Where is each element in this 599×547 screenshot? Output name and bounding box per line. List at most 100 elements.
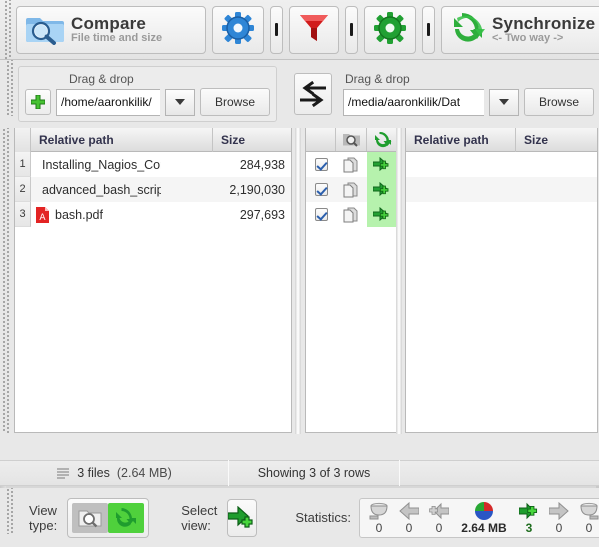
row-number: 2 xyxy=(15,177,31,202)
row-size-cell: 297,693 xyxy=(239,207,285,222)
left-path-input[interactable]: /home/aaronkilik/ xyxy=(56,88,160,116)
checkbox-icon[interactable] xyxy=(314,183,328,196)
overwrite-left-arrow-icon xyxy=(399,501,419,520)
compare-settings-button[interactable] xyxy=(212,5,264,54)
table-row[interactable]: 3 A bash.pdf 297,693 xyxy=(15,202,291,227)
stat-create-left[interactable]: 0 xyxy=(426,502,452,535)
left-center-splitter[interactable] xyxy=(295,128,301,434)
stat-total-bytes[interactable]: 2.64 MB xyxy=(456,501,512,535)
center-row[interactable] xyxy=(306,152,398,177)
left-column-size[interactable]: Size xyxy=(213,128,291,152)
view-type-toggle-group xyxy=(67,497,150,538)
stat-value: 0 xyxy=(435,520,443,535)
row-size-cell: 2,190,030 xyxy=(229,182,285,197)
toolbar-grip-handle[interactable] xyxy=(4,0,13,59)
table-row[interactable] xyxy=(406,152,597,177)
stat-delete-right[interactable]: 0 xyxy=(576,502,599,535)
swap-sides-button[interactable] xyxy=(294,73,332,115)
center-row[interactable] xyxy=(306,202,398,227)
table-row[interactable] xyxy=(406,177,597,202)
status-bar: 3 files (2.64 MB) Showing 3 of 3 rows xyxy=(0,460,599,486)
row-name-text: bash.pdf xyxy=(55,207,103,222)
status-rows-segment: Showing 3 of 3 rows xyxy=(257,466,371,480)
create-left-arrow-plus-icon xyxy=(429,502,449,519)
comparison-grids-area: Relative path Size 1 A Installing_Nagios… xyxy=(0,128,599,460)
left-path-dropdown-button[interactable] xyxy=(165,88,195,116)
grids-grip-handle[interactable] xyxy=(2,128,11,433)
synchronize-button[interactable]: Synchronize <- Two way -> xyxy=(441,5,599,54)
red-funnel-filter-icon xyxy=(299,12,329,47)
right-column-size[interactable]: Size xyxy=(516,128,597,152)
status-files-size: (2.64 MB) xyxy=(116,466,172,480)
include-checkbox[interactable] xyxy=(306,202,336,227)
table-row[interactable] xyxy=(406,202,597,227)
stat-overwrite-left[interactable]: 0 xyxy=(396,501,422,535)
create-right-arrow-plus-icon xyxy=(518,502,537,519)
create-right-green-arrow-icon[interactable] xyxy=(367,177,398,202)
row-name-text: advanced_bash_scripting.pdf xyxy=(42,182,161,197)
compare-button[interactable]: Compare File time and size xyxy=(16,5,206,54)
green-gear-icon xyxy=(374,12,406,47)
sync-action-icon[interactable] xyxy=(367,128,398,151)
right-directory-field: /media/aaronkilik/Dat Browse xyxy=(343,88,595,116)
include-checkbox[interactable] xyxy=(306,177,336,202)
toolbar-separator-1[interactable] xyxy=(270,5,283,54)
left-grid-header: Relative path Size xyxy=(15,128,291,152)
add-folder-pair-button[interactable] xyxy=(25,89,51,115)
stat-delete-left[interactable]: 0 xyxy=(366,502,392,535)
row-name-text: Installing_Nagios_Core_Fro... xyxy=(42,157,161,172)
separator-bar-icon xyxy=(350,23,353,36)
left-drag-drop-label: Drag & drop xyxy=(69,72,134,86)
stat-value: 2.64 MB xyxy=(461,520,507,535)
stat-value: 3 xyxy=(525,520,533,535)
main-toolbar: Compare File time and size Synchronize <… xyxy=(0,0,599,60)
statistics-box: 0 0 0 2.64 MB 3 0 0 xyxy=(358,497,599,538)
stat-value: 0 xyxy=(405,520,413,535)
freefilesync-window: Compare File time and size Synchronize <… xyxy=(0,0,599,547)
create-right-green-arrow-icon[interactable] xyxy=(367,202,398,227)
filter-button[interactable] xyxy=(289,5,339,54)
view-type-sync-button[interactable] xyxy=(108,502,145,533)
table-row[interactable]: 2 A advanced_bash_scripting.pdf 2,190,03… xyxy=(15,177,291,202)
green-sync-arrows-icon xyxy=(451,12,485,47)
view-type-comparison-button[interactable] xyxy=(72,502,109,533)
include-checkbox[interactable] xyxy=(306,152,336,177)
toolbar-separator-2[interactable] xyxy=(345,5,358,54)
create-right-green-arrow-icon[interactable] xyxy=(367,152,398,177)
right-column-relative-path[interactable]: Relative path xyxy=(406,128,516,152)
compare-button-subtitle: File time and size xyxy=(71,31,163,44)
select-view-button[interactable] xyxy=(227,498,258,537)
left-column-relative-path[interactable]: Relative path xyxy=(31,128,213,152)
svg-text:A: A xyxy=(39,213,46,223)
row-name-cell[interactable]: A bash.pdf xyxy=(31,206,161,223)
stat-create-right[interactable]: 3 xyxy=(516,502,542,535)
status-empty-segment xyxy=(400,460,599,486)
table-row[interactable]: 1 A Installing_Nagios_Core_Fro... 284,93… xyxy=(15,152,291,177)
right-path-dropdown-button[interactable] xyxy=(489,88,519,116)
checkbox-icon[interactable] xyxy=(314,208,328,221)
bottom-grip-handle[interactable] xyxy=(6,488,15,534)
synchronize-button-title: Synchronize xyxy=(492,13,596,33)
center-sync-grid[interactable] xyxy=(305,128,399,433)
center-row[interactable] xyxy=(306,177,398,202)
right-file-grid[interactable]: Relative path Size xyxy=(405,128,598,433)
sync-settings-button[interactable] xyxy=(364,5,416,54)
left-browse-button[interactable]: Browse xyxy=(200,88,271,116)
center-grid-header xyxy=(306,128,398,152)
folder-search-gray-icon xyxy=(78,510,102,527)
toolbar-separator-3[interactable] xyxy=(422,5,435,54)
checkbox-icon[interactable] xyxy=(314,158,328,171)
category-compare-icon[interactable] xyxy=(336,128,367,151)
bottom-bar: View type: Select view: Statistics: 0 0 … xyxy=(0,488,599,547)
left-file-grid[interactable]: Relative path Size 1 A Installing_Nagios… xyxy=(14,128,292,433)
right-browse-button[interactable]: Browse xyxy=(524,88,595,116)
right-path-input[interactable]: /media/aaronkilik/Dat xyxy=(343,88,484,116)
row-number: 1 xyxy=(15,152,31,177)
row-name-cell[interactable]: A Installing_Nagios_Core_Fro... xyxy=(31,157,161,173)
row-name-cell[interactable]: A advanced_bash_scripting.pdf xyxy=(31,182,161,198)
row-size-cell: 284,938 xyxy=(239,157,285,172)
select-view-label: Select view: xyxy=(181,502,218,533)
stat-overwrite-right[interactable]: 0 xyxy=(546,501,572,535)
center-right-splitter[interactable] xyxy=(396,128,402,434)
config-grip-handle[interactable] xyxy=(6,60,15,116)
